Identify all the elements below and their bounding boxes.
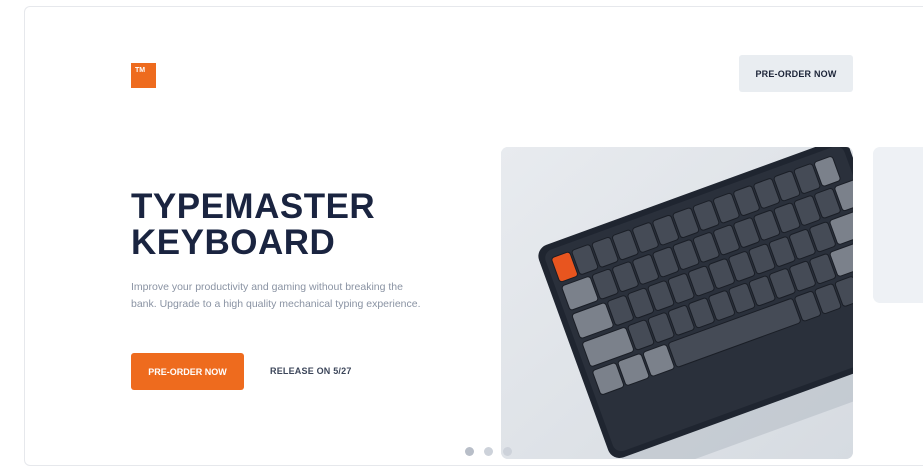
release-date-label: RELEASE ON 5/27 [270,366,352,376]
dot-icon[interactable] [503,447,512,456]
header-preorder-button[interactable]: PRE-ORDER NOW [739,55,853,92]
landing-card: TM PRE-ORDER NOW TYPEMASTER KEYBOARD Imp… [24,6,923,466]
carousel-slide-active[interactable] [501,147,853,459]
carousel-slide-next[interactable] [873,147,923,303]
hero-title-line1: TYPEMASTER [131,187,376,226]
hero-description: Improve your productivity and gaming wit… [131,281,421,310]
mechanical-keyboard-photo [501,147,853,459]
dot-icon[interactable] [484,447,493,456]
hero-preorder-button[interactable]: PRE-ORDER NOW [131,353,244,390]
logo-text: TM [135,67,146,74]
carousel-dots [465,447,512,456]
hero-title: TYPEMASTER KEYBOARD [131,189,375,261]
brand-logo[interactable]: TM [131,63,156,88]
hero-title-line2: KEYBOARD [131,223,336,262]
dot-icon[interactable] [465,447,474,456]
